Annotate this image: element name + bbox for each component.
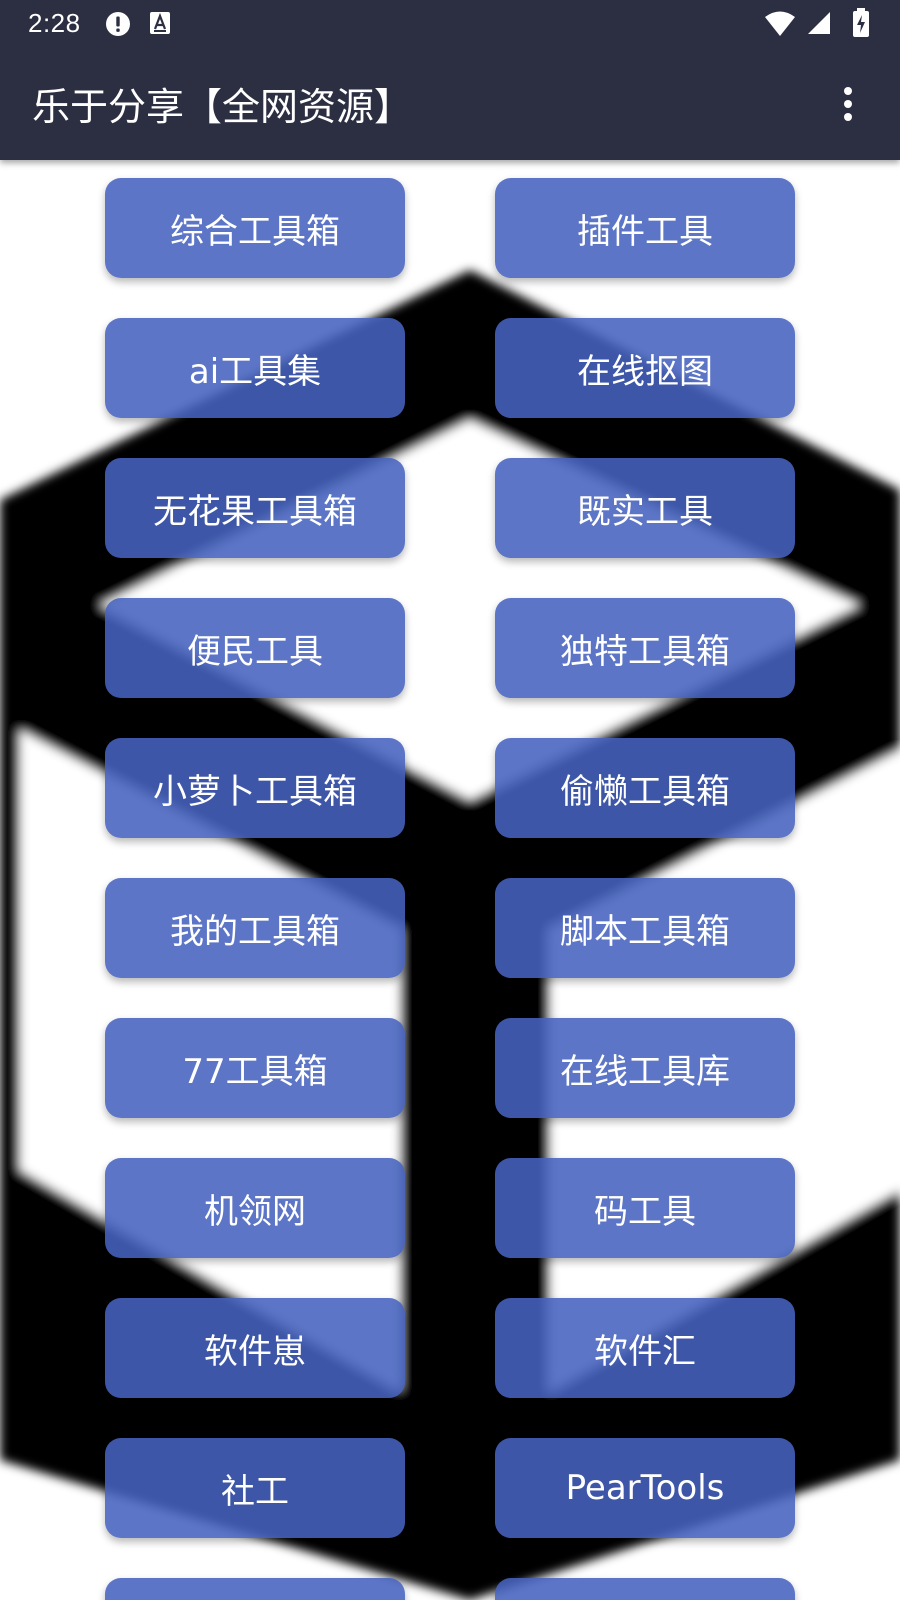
tool-button-xiaoluobo[interactable]: 小萝卜工具箱 [105,738,405,838]
app-screen: 2:28 乐于分享【全网资源】 综合工具箱 插件工具 ai工具集 在线抠图 无花… [0,0,900,1600]
tool-button-toulan[interactable]: 偷懒工具箱 [495,738,795,838]
overflow-menu-button[interactable] [820,76,876,132]
tool-button-online-cutout[interactable]: 在线抠图 [495,318,795,418]
wifi-icon [764,10,795,38]
app-title: 乐于分享【全网资源】 [32,85,413,129]
tool-button-shegong[interactable]: 社工 [105,1438,405,1538]
tool-button-wuhuaguo[interactable]: 无花果工具箱 [105,458,405,558]
status-time: 2:28 [28,8,81,38]
tool-button-ruanjianzai[interactable]: 软件崽 [105,1298,405,1398]
tool-button-bianmin[interactable]: 便民工具 [105,598,405,698]
tool-button-77[interactable]: 77工具箱 [105,1018,405,1118]
tool-button-ma[interactable]: 码工具 [495,1158,795,1258]
tool-button-jishi[interactable]: 既实工具 [495,458,795,558]
keyboard-a-icon [148,10,176,38]
more-vertical-icon [844,87,852,121]
tool-button-online-library[interactable]: 在线工具库 [495,1018,795,1118]
tool-button-peartools[interactable]: PearTools [495,1438,795,1538]
tool-button-chajian[interactable]: 插件工具 [495,178,795,278]
tool-button-ruanjianhui[interactable]: 软件汇 [495,1298,795,1398]
tool-grid: 综合工具箱 插件工具 ai工具集 在线抠图 无花果工具箱 既实工具 便民工具 独… [0,160,900,1600]
app-bar: 乐于分享【全网资源】 [0,48,900,160]
status-bar: 2:28 [0,0,900,48]
signal-icon [806,10,834,38]
tool-button-ai[interactable]: ai工具集 [105,318,405,418]
tool-button-jiling[interactable]: 机领网 [105,1158,405,1258]
tool-button-wode[interactable]: 我的工具箱 [105,878,405,978]
tool-button-dute[interactable]: 独特工具箱 [495,598,795,698]
tool-button-partial-left[interactable] [105,1578,405,1600]
tool-button-jiaoben[interactable]: 脚本工具箱 [495,878,795,978]
alert-icon [104,10,132,38]
tool-button-zonghe[interactable]: 综合工具箱 [105,178,405,278]
battery-charging-icon [852,8,880,37]
tool-button-partial-right[interactable] [495,1578,795,1600]
